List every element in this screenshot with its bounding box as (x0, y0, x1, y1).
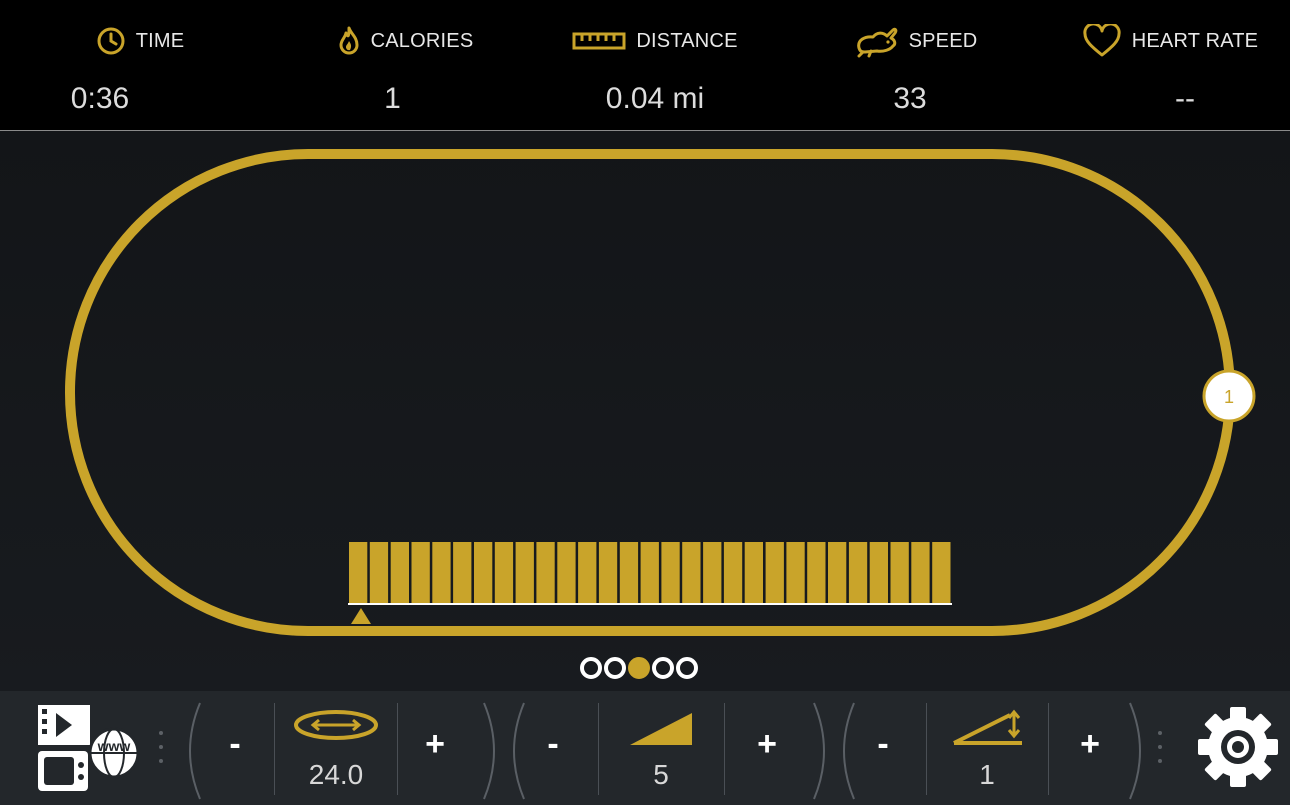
divider-dots (1158, 731, 1162, 773)
separator (598, 703, 599, 795)
progress-segment (848, 542, 868, 603)
progress-segment (411, 542, 430, 603)
incline-value: 1 (979, 759, 995, 790)
progress-segment (703, 542, 722, 603)
speed-control: 24.0 (276, 701, 396, 801)
media-web-tv-icon: www (38, 705, 140, 791)
track-svg: 1 (65, 149, 1256, 636)
angle-icon (953, 709, 1022, 745)
progress-segment (723, 542, 743, 603)
progress-segment (744, 542, 763, 603)
resistance-control: 5 (600, 701, 722, 801)
position-marker (351, 608, 371, 624)
group-bracket-right (1129, 702, 1141, 800)
speed-minus-button[interactable]: - (210, 725, 260, 764)
progress-segment (640, 542, 659, 603)
progress-segment (390, 542, 409, 603)
separator (724, 703, 725, 795)
settings-button[interactable] (1196, 705, 1280, 789)
page-dot-active[interactable] (628, 657, 650, 679)
progress-segment (890, 542, 909, 603)
progress-segment (432, 542, 451, 603)
page-dot[interactable] (604, 657, 626, 679)
separator (926, 703, 927, 795)
progress-bar (349, 542, 951, 603)
progress-segment (369, 542, 389, 603)
progress-segment (932, 542, 951, 603)
lap-marker: 1 (1202, 369, 1256, 423)
lap-marker-label: 1 (1224, 387, 1234, 407)
control-bar: www - 24.0 + - 5 + - 1 + (0, 691, 1290, 805)
progress-segment (536, 542, 555, 603)
media-button[interactable]: www (34, 703, 142, 795)
progress-segment (619, 542, 639, 603)
progress-segment (765, 542, 784, 603)
progress-segment (682, 542, 701, 603)
progress-segment (911, 542, 930, 603)
separator (1048, 703, 1049, 795)
page-dot[interactable] (580, 657, 602, 679)
progress-segment (661, 542, 680, 603)
svg-text:www: www (97, 738, 131, 754)
divider-dots (159, 731, 163, 773)
group-bracket-left (513, 702, 525, 800)
gear-icon (1198, 707, 1278, 787)
progress-segment (557, 542, 576, 603)
incline-control: 1 (928, 701, 1046, 801)
incline-wedge-icon (630, 713, 692, 745)
group-bracket-left (843, 702, 855, 800)
progress-segment (786, 542, 805, 603)
group-bracket-left (189, 702, 201, 800)
page-dot[interactable] (652, 657, 674, 679)
progress-segment (578, 542, 597, 603)
separator (274, 703, 275, 795)
oval-track-icon (294, 710, 378, 740)
page-indicator[interactable] (580, 657, 698, 679)
resistance-value: 5 (653, 759, 669, 790)
incline-plus-button[interactable]: + (1065, 725, 1115, 764)
speed-plus-button[interactable]: + (410, 725, 460, 764)
incline-minus-button[interactable]: - (858, 725, 908, 764)
page-dot[interactable] (676, 657, 698, 679)
separator (397, 703, 398, 795)
progress-segment (349, 542, 368, 603)
resistance-minus-button[interactable]: - (528, 725, 578, 764)
progress-segment (869, 542, 888, 603)
progress-segment (515, 542, 534, 603)
progress-segment (494, 542, 514, 603)
progress-segment (828, 542, 847, 603)
progress-segment (453, 542, 472, 603)
progress-segment (807, 542, 826, 603)
progress-segment (598, 542, 618, 603)
speed-value: 24.0 (308, 759, 364, 790)
progress-segment (474, 542, 493, 603)
resistance-plus-button[interactable]: + (742, 725, 792, 764)
